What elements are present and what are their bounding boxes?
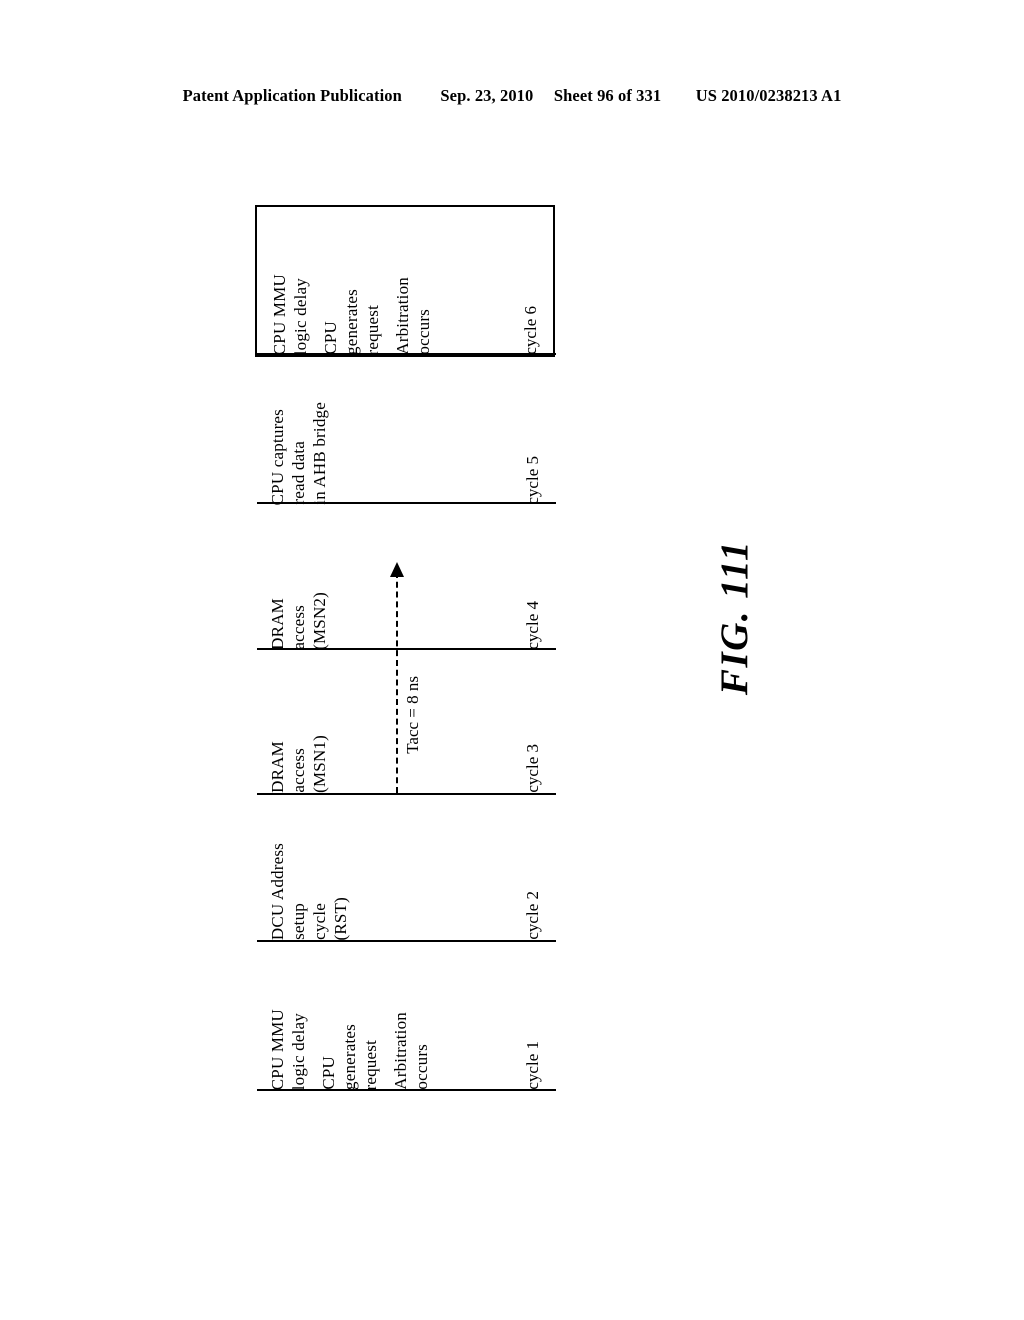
cycle-label-5: cycle 5 [523,456,542,505]
cycle-text-line: generates [342,289,361,355]
cycle-text-groups: CPU MMU logic delay CPU generates request Arb… [268,940,434,1091]
cycle-text-line: access [289,605,308,650]
cycle-text-groups: CPU MMU logic delay CPU generates request Arb… [270,207,436,356]
cycle-text-groups: DRAM access (MSN1) [268,650,332,793]
cycle-label-2: cycle 2 [523,891,542,940]
cycle-text-line: request [361,1039,380,1091]
cycle-band-5: CPU captures read data in AHB bridge cycle … [255,358,555,505]
cycle-text-block: CPU captures read data in AHB bridge cycle … [255,358,555,505]
cycle-text-line: CPU [319,1056,338,1090]
cycle-text-line: (RST) [331,896,350,941]
cycle-text-groups: DCU Address setup cycle (RST) [268,793,353,941]
cycle-text-line: DRAM [268,741,287,793]
cycle-text-line: logic delay [289,1012,308,1090]
cycle-text-line: setup [289,903,308,940]
cycle-text-block: DRAM access (MSN2) cycle 4 [255,505,555,650]
cycle-text-line: occurs [414,309,433,355]
cycle-text-line: CPU MMU [270,273,289,355]
cycle-text-line: CPU captures [268,408,287,505]
cycle-text-line: CPU [321,321,340,355]
cycle-text-line: occurs [412,1044,431,1090]
cycle-label-6: cycle 6 [521,306,540,355]
cycle-label-4: cycle 4 [523,601,542,650]
cycle-text-line: request [363,304,382,356]
cycle-text-block: CPU MMU logic delay CPU generates request Arb… [257,207,553,355]
cycle-text-line: generates [340,1024,359,1090]
cycle-band-2: DCU Address setup cycle (RST) cycle 2 [255,793,555,940]
cycle-text-line: cycle [310,903,329,940]
cycle-text-block: DRAM access (MSN1) cycle 3 [255,650,555,793]
cycle-band-6: CPU MMU logic delay CPU generates request Arb… [255,205,555,357]
cycle-text-block: DCU Address setup cycle (RST) cycle 2 [255,793,555,940]
cycle-text-line: Arbitration [391,1012,410,1090]
cycle-text-line: (MSN2) [310,592,329,650]
cycle-text-line: logic delay [291,277,310,355]
cycle-label-1: cycle 1 [523,1041,542,1090]
cycle-label-3: cycle 3 [523,744,542,793]
cycle-text-line: Arbitration [393,277,412,355]
cycle-text-line: in AHB bridge [310,402,329,505]
cycle-band-1: CPU MMU logic delay CPU generates request Arb… [255,940,555,1090]
cycle-text-line: (MSN1) [310,735,329,793]
figure-number-label: FIG. 111 [713,540,756,696]
cycle-band-3: DRAM access (MSN1) cycle 3 [255,650,555,793]
cycle-text-groups: DRAM access (MSN2) [268,505,332,650]
cycle-text-groups: CPU captures read data in AHB bridge [268,358,332,505]
figure-canvas: CPU MMU logic delay CPU generates request Arb… [0,0,1024,1320]
cycle-text-line: read data [289,441,308,505]
cycle-text-line: access [289,748,308,793]
cycle-text-line: DRAM [268,598,287,650]
cycle-band-4: DRAM access (MSN2) cycle 4 [255,505,555,650]
cycle-text-line: CPU MMU [268,1008,287,1090]
timing-diagram: CPU MMU logic delay CPU generates request Arb… [255,205,556,1091]
cycle-text-line: DCU Address [268,842,287,940]
cycle-text-block: CPU MMU logic delay CPU generates request Arb… [255,940,555,1090]
